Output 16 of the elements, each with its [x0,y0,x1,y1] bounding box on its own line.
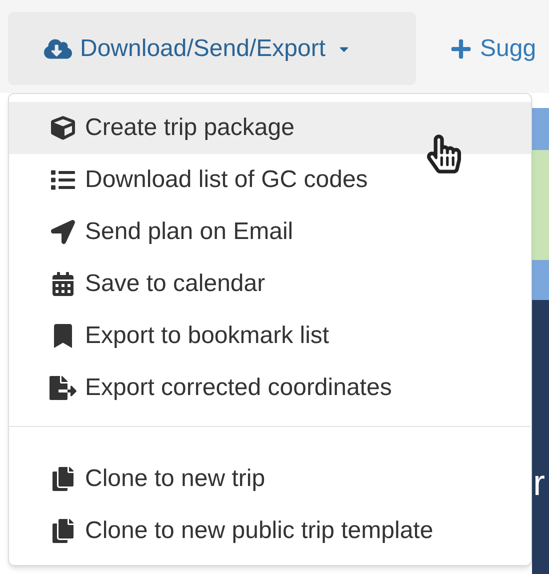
menu-item[interactable]: Download list of GC codes [9,154,531,206]
background-text: r [533,462,545,503]
hand-cursor-icon [427,134,461,174]
plus-icon [450,38,472,60]
menu-item[interactable]: Export corrected coordinates [9,362,531,414]
menu-item[interactable]: Clone to new trip [9,453,531,505]
file-export-icon [49,376,77,400]
menu-item[interactable]: Save to calendar [9,258,531,310]
download-dropdown-button[interactable]: Download/Send/Export [8,12,416,85]
menu-item[interactable]: Export to bookmark list [9,310,531,362]
box-icon [49,116,77,140]
menu-item[interactable]: Clone to new public trip template [9,505,531,557]
suggest-button[interactable]: Sugg [450,12,536,85]
menu-item[interactable]: Send plan on Email [9,206,531,258]
paper-plane-icon [49,220,77,244]
list-icon [49,168,77,192]
